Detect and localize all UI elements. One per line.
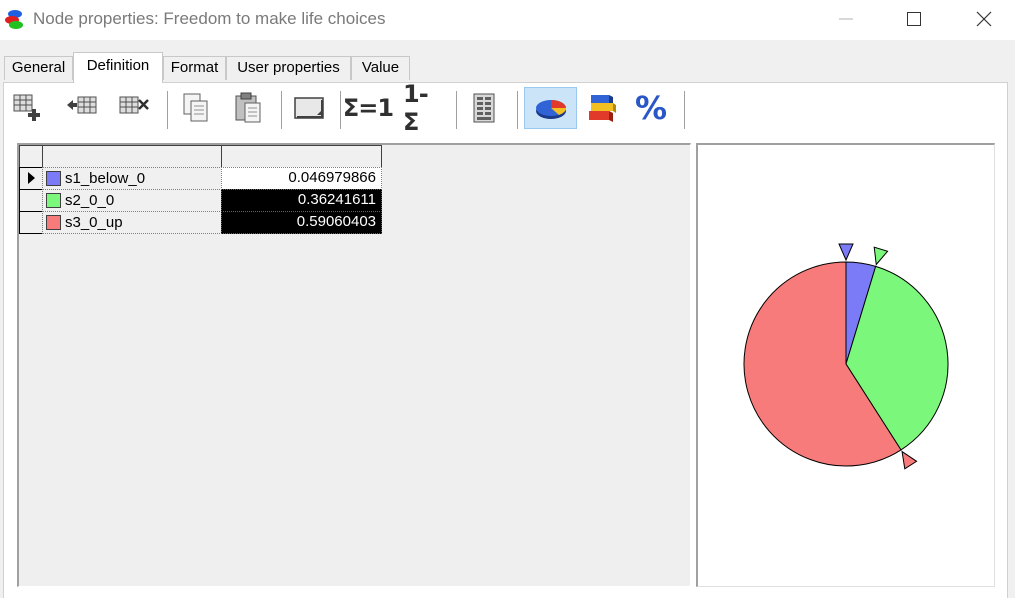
- tab-value[interactable]: Value: [351, 56, 410, 80]
- grid-delete-icon: [119, 96, 149, 114]
- state-name: s1_below_0: [65, 169, 146, 187]
- paste-button[interactable]: [229, 88, 269, 128]
- tab-general[interactable]: General: [4, 56, 73, 80]
- app-icon: [5, 10, 23, 29]
- tab-label: Value: [361, 59, 400, 76]
- toolbar-separator: [456, 91, 457, 129]
- paste-icon: [235, 92, 261, 123]
- window-title: Node properties: Freedom to make life ch…: [33, 9, 386, 28]
- toolbar: Σ=1 1-Σ %: [4, 80, 1009, 136]
- current-row-icon: [28, 172, 35, 184]
- maximize-button[interactable]: [878, 0, 948, 40]
- tab-user-properties[interactable]: User properties: [226, 56, 351, 80]
- bar-chart-icon: [589, 95, 616, 122]
- state-name: s3_0_up: [65, 213, 123, 231]
- insert-row-button[interactable]: [62, 88, 102, 128]
- grid-header-value: [221, 145, 382, 168]
- tab-label: Definition: [86, 57, 150, 74]
- grid-insert-icon: [67, 96, 97, 114]
- row-selector[interactable]: [19, 211, 43, 234]
- toolbar-separator: [340, 91, 341, 129]
- calculator-icon: [473, 93, 495, 123]
- toolbar-separator: [281, 91, 282, 129]
- calculator-button[interactable]: [464, 88, 504, 128]
- sum-one-label: Σ=1: [342, 94, 394, 122]
- slice-handle-s3_0_up[interactable]: [901, 450, 918, 470]
- slice-handle-s1_below_0[interactable]: [838, 243, 854, 262]
- color-swatch: [46, 193, 61, 208]
- tab-label: General: [11, 59, 66, 76]
- normalize-button[interactable]: Σ=1: [343, 88, 394, 128]
- toolbar-separator: [167, 91, 168, 129]
- one-minus-sum-label: 1-Σ: [403, 80, 429, 136]
- state-name: s2_0_0: [65, 191, 115, 209]
- percent-label: %: [634, 89, 668, 127]
- grid-add-icon: [13, 94, 40, 121]
- tab-definition[interactable]: Definition: [73, 52, 163, 83]
- state-label: s1_below_0: [42, 167, 222, 190]
- tab-label: User properties: [237, 59, 340, 76]
- slice-handle-s2_0_0[interactable]: [873, 246, 889, 266]
- percent-button[interactable]: %: [631, 88, 671, 128]
- color-swatch: [46, 215, 61, 230]
- grid-header-state: [42, 145, 222, 168]
- bar-chart-button[interactable]: [582, 88, 622, 128]
- probability-cell[interactable]: 0.046979866: [221, 167, 382, 190]
- probability-grid: s1_below_0 0.046979866 s2_0_0 0.36241611…: [17, 143, 691, 587]
- pie-chart: [743, 243, 949, 470]
- grid-corner: [19, 145, 43, 168]
- copy-button[interactable]: [176, 88, 216, 128]
- state-label: s3_0_up: [42, 211, 222, 234]
- minimize-icon: [839, 18, 853, 20]
- tab-label: Format: [170, 59, 219, 76]
- minimize-button[interactable]: [810, 0, 880, 40]
- probability-cell[interactable]: 0.36241611: [221, 189, 382, 212]
- pie-chart-button[interactable]: [524, 87, 577, 129]
- row-selector[interactable]: [19, 189, 43, 212]
- tab-strip: General Definition Format User propertie…: [0, 40, 1015, 83]
- close-button[interactable]: [948, 0, 1015, 40]
- window-icon: [294, 97, 324, 119]
- state-label: s2_0_0: [42, 189, 222, 212]
- definition-panel: Σ=1 1-Σ % s1_below_0 0.046979866 s2_0_0 …: [3, 80, 1009, 598]
- tab-format[interactable]: Format: [163, 56, 226, 80]
- pie-chart-icon: [535, 100, 566, 119]
- maximize-icon: [907, 12, 921, 26]
- title-bar: Node properties: Freedom to make life ch…: [0, 0, 1015, 40]
- complement-button[interactable]: 1-Σ: [403, 80, 443, 136]
- copy-icon: [183, 93, 208, 122]
- row-selector-current[interactable]: [19, 167, 43, 190]
- color-swatch: [46, 171, 61, 186]
- close-icon: [976, 11, 992, 27]
- add-row-button[interactable]: [9, 88, 49, 128]
- delete-row-button[interactable]: [114, 88, 154, 128]
- pie-chart-panel: [696, 143, 995, 587]
- probability-cell[interactable]: 0.59060403: [221, 211, 382, 234]
- enlarge-cell-button[interactable]: [289, 88, 329, 128]
- toolbar-separator: [517, 91, 518, 129]
- toolbar-separator: [684, 91, 685, 129]
